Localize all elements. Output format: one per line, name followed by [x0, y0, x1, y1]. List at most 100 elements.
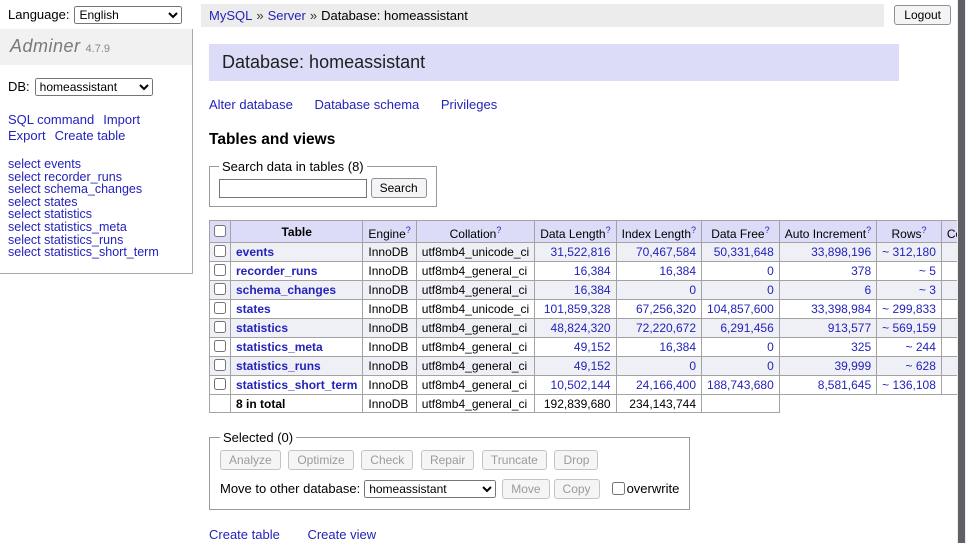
- rows-count-link[interactable]: ~ 312,180: [882, 245, 936, 259]
- language-select[interactable]: English: [74, 6, 182, 24]
- auto-increment-help-link[interactable]: ?: [866, 225, 871, 235]
- auto-increment-link[interactable]: 325: [851, 340, 871, 354]
- index-length-link[interactable]: 70,467,584: [636, 245, 696, 259]
- rows-count-link[interactable]: ~ 3: [919, 283, 936, 297]
- auto-increment-link[interactable]: 378: [851, 264, 871, 278]
- breadcrumb-mysql-link[interactable]: MySQL: [209, 8, 252, 23]
- sidebar-table-link-statistics-meta[interactable]: select statistics_meta: [8, 221, 184, 234]
- sidebar-table-link-statistics-short-term[interactable]: select statistics_short_term: [8, 246, 184, 259]
- table-name-link[interactable]: schema_changes: [236, 283, 336, 297]
- engine-help-link[interactable]: ?: [406, 225, 411, 235]
- create-links-row: Create table Create view: [209, 527, 957, 542]
- repair-button[interactable]: Repair: [421, 450, 474, 470]
- sidebar-table-link-schema-changes[interactable]: select schema_changes: [8, 183, 184, 196]
- data-free-link[interactable]: 6,291,456: [720, 321, 773, 335]
- vertical-scrollbar[interactable]: [957, 0, 966, 543]
- index-length-link[interactable]: 67,256,320: [636, 302, 696, 316]
- row-checkbox[interactable]: [214, 359, 226, 371]
- table-name-link[interactable]: statistics_short_term: [236, 378, 357, 392]
- data-free-link[interactable]: 0: [767, 340, 774, 354]
- table-name-link[interactable]: events: [236, 245, 274, 259]
- auto-increment-link[interactable]: 8,581,645: [818, 378, 871, 392]
- optimize-button[interactable]: Optimize: [288, 450, 353, 470]
- row-checkbox[interactable]: [214, 321, 226, 333]
- index-length-link[interactable]: 72,220,672: [636, 321, 696, 335]
- privileges-link[interactable]: Privileges: [441, 97, 497, 112]
- table-name-link[interactable]: recorder_runs: [236, 264, 317, 278]
- import-link[interactable]: Import: [103, 112, 140, 127]
- table-name-link[interactable]: statistics_runs: [236, 359, 321, 373]
- row-checkbox[interactable]: [214, 302, 226, 314]
- row-checkbox[interactable]: [214, 245, 226, 257]
- data-length-link[interactable]: 31,522,816: [551, 245, 611, 259]
- data-length-link[interactable]: 16,384: [574, 264, 611, 278]
- scrollbar-thumb[interactable]: [958, 0, 965, 543]
- alter-database-link[interactable]: Alter database: [209, 97, 293, 112]
- data-free-link[interactable]: 0: [767, 283, 774, 297]
- logout-button[interactable]: Logout: [894, 5, 951, 25]
- row-checkbox[interactable]: [214, 283, 226, 295]
- truncate-button[interactable]: Truncate: [482, 450, 547, 470]
- export-link[interactable]: Export: [8, 128, 46, 143]
- auto-increment-link[interactable]: 6: [864, 283, 871, 297]
- table-name-link[interactable]: statistics: [236, 321, 288, 335]
- auto-increment-link[interactable]: 913,577: [828, 321, 871, 335]
- search-input[interactable]: [219, 179, 367, 198]
- rows-count-link[interactable]: ~ 628: [906, 359, 936, 373]
- auto-increment-link[interactable]: 33,898,196: [811, 245, 871, 259]
- index-length-link[interactable]: 0: [689, 359, 696, 373]
- data-length-link[interactable]: 49,152: [574, 359, 611, 373]
- create-view-link[interactable]: Create view: [307, 527, 376, 542]
- rows-count-link[interactable]: ~ 5: [919, 264, 936, 278]
- sidebar-table-link-events[interactable]: select events: [8, 158, 184, 171]
- data-free-link[interactable]: 0: [767, 264, 774, 278]
- data-free-link[interactable]: 188,743,680: [707, 378, 774, 392]
- rows-count-link[interactable]: ~ 136,108: [882, 378, 936, 392]
- sidebar: Language:English Adminer4.7.9 DB:homeass…: [0, 0, 193, 543]
- breadcrumb-server-link[interactable]: Server: [268, 8, 306, 23]
- check-button[interactable]: Check: [361, 450, 413, 470]
- collation-help-link[interactable]: ?: [496, 225, 501, 235]
- data-free-link[interactable]: 104,857,600: [707, 302, 774, 316]
- data-length-link[interactable]: 49,152: [574, 340, 611, 354]
- copy-button[interactable]: Copy: [554, 479, 600, 499]
- rows-count-link[interactable]: ~ 299,833: [882, 302, 936, 316]
- auto-increment-link[interactable]: 33,398,984: [811, 302, 871, 316]
- create-table-link-side[interactable]: Create table: [55, 128, 126, 143]
- data-free-help-link[interactable]: ?: [765, 225, 770, 235]
- move-button[interactable]: Move: [502, 479, 549, 499]
- analyze-button[interactable]: Analyze: [220, 450, 281, 470]
- drop-button[interactable]: Drop: [554, 450, 598, 470]
- data-free-link[interactable]: 0: [767, 359, 774, 373]
- data-free-link[interactable]: 50,331,648: [714, 245, 774, 259]
- index-length-link[interactable]: 0: [689, 283, 696, 297]
- index-length-help-link[interactable]: ?: [691, 225, 696, 235]
- overwrite-checkbox[interactable]: [612, 482, 625, 495]
- rows-count-link[interactable]: ~ 569,159: [882, 321, 936, 335]
- index-length-link[interactable]: 24,166,400: [636, 378, 696, 392]
- table-row-recorder-runs: recorder_runs InnoDB utf8mb4_general_ci …: [210, 262, 966, 281]
- auto-increment-link[interactable]: 39,999: [834, 359, 871, 373]
- row-checkbox[interactable]: [214, 264, 226, 276]
- database-schema-link[interactable]: Database schema: [314, 97, 419, 112]
- data-length-link[interactable]: 10,502,144: [551, 378, 611, 392]
- db-select[interactable]: homeassistant: [35, 78, 153, 96]
- row-checkbox[interactable]: [214, 340, 226, 352]
- search-button[interactable]: Search: [371, 178, 427, 198]
- auto-increment-cell: 33,898,196: [779, 243, 876, 262]
- data-length-help-link[interactable]: ?: [606, 225, 611, 235]
- index-length-link[interactable]: 16,384: [659, 264, 696, 278]
- sql-command-link[interactable]: SQL command: [8, 112, 94, 127]
- data-length-link[interactable]: 48,824,320: [551, 321, 611, 335]
- table-name-link[interactable]: states: [236, 302, 271, 316]
- rows-count-link[interactable]: ~ 244: [906, 340, 936, 354]
- data-length-link[interactable]: 16,384: [574, 283, 611, 297]
- row-checkbox[interactable]: [214, 378, 226, 390]
- data-length-link[interactable]: 101,859,328: [544, 302, 611, 316]
- rows-help-link[interactable]: ?: [922, 225, 927, 235]
- index-length-link[interactable]: 16,384: [659, 340, 696, 354]
- move-database-select[interactable]: homeassistant: [364, 480, 496, 498]
- table-name-link[interactable]: statistics_meta: [236, 340, 323, 354]
- create-table-link[interactable]: Create table: [209, 527, 280, 542]
- select-all-checkbox[interactable]: [214, 225, 226, 237]
